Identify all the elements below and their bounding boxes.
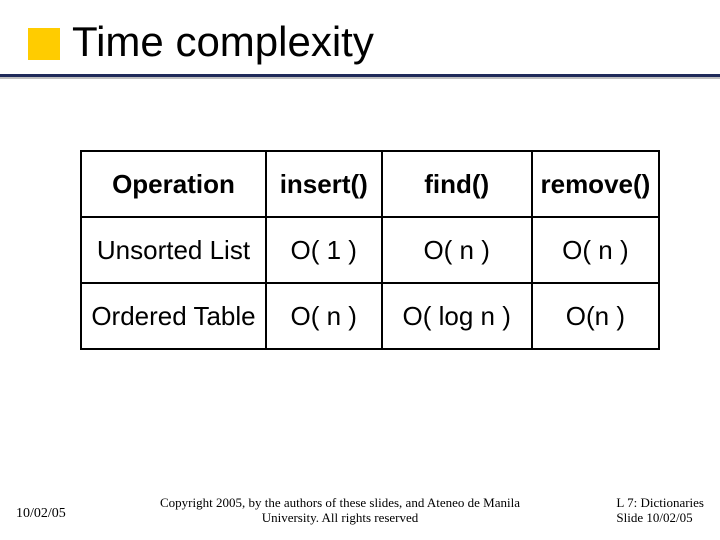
col-operation: Operation [81,151,266,217]
col-insert: insert() [266,151,382,217]
cell-remove: O(n ) [532,283,659,349]
row-label: Unsorted List [81,217,266,283]
footer-date: 10/02/05 [16,506,66,522]
footer: 10/02/05 Copyright 2005, by the authors … [0,488,720,528]
footer-lecture: L 7: Dictionaries [616,495,704,511]
slide: Time complexity Operation insert() find(… [0,0,720,540]
cell-insert: O( 1 ) [266,217,382,283]
table-row: Ordered Table O( n ) O( log n ) O(n ) [81,283,659,349]
cell-find: O( log n ) [382,283,532,349]
title-underline [0,74,720,77]
complexity-table: Operation insert() find() remove() Unsor… [80,150,660,350]
col-find: find() [382,151,532,217]
table-row: Unsorted List O( 1 ) O( n ) O( n ) [81,217,659,283]
footer-slide: Slide 10/02/05 [616,510,704,526]
title-block: Time complexity [60,18,680,66]
col-remove: remove() [532,151,659,217]
row-label: Ordered Table [81,283,266,349]
cell-find: O( n ) [382,217,532,283]
cell-remove: O( n ) [532,217,659,283]
footer-copyright: Copyright 2005, by the authors of these … [130,495,550,526]
footer-slideinfo: L 7: Dictionaries Slide 10/02/05 [616,495,704,526]
title-bullet-icon [28,28,60,60]
table-header-row: Operation insert() find() remove() [81,151,659,217]
slide-title: Time complexity [60,18,680,66]
complexity-table-wrap: Operation insert() find() remove() Unsor… [80,150,660,350]
cell-insert: O( n ) [266,283,382,349]
